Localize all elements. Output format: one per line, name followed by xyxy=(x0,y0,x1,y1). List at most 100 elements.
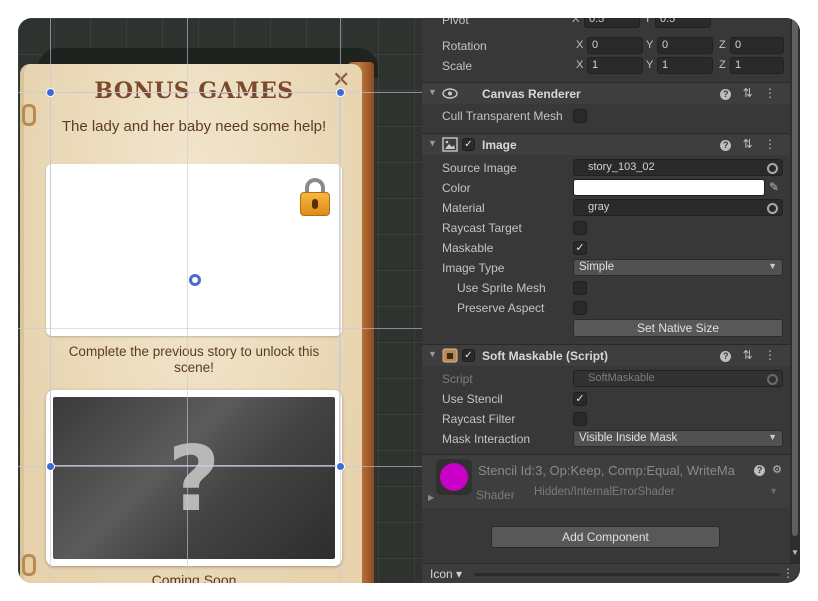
foldout-arrow-icon[interactable]: ▶ xyxy=(428,493,434,502)
raycast-filter-checkbox[interactable] xyxy=(573,412,587,426)
preserve-aspect-row: Preserve Aspect xyxy=(422,298,790,318)
foldout-arrow-icon[interactable]: ▼ xyxy=(428,349,437,359)
material-preview-tile xyxy=(436,459,472,495)
maskable-row: Maskable ✓ xyxy=(422,238,790,258)
scrollbar-thumb[interactable] xyxy=(792,18,798,536)
chevron-down-icon: ▼ xyxy=(768,432,777,442)
material-field[interactable]: gray xyxy=(573,199,783,216)
pivot-label: Pivot xyxy=(442,18,469,27)
foldout-arrow-icon[interactable]: ▼ xyxy=(428,138,437,148)
resize-handle[interactable] xyxy=(46,462,55,471)
use-stencil-checkbox[interactable]: ✓ xyxy=(573,392,587,406)
object-picker-icon[interactable] xyxy=(767,203,778,214)
help-icon[interactable]: ? xyxy=(720,140,732,151)
component-header-icons: ? ⇅ ⋮ xyxy=(712,86,776,100)
resize-handle[interactable] xyxy=(336,88,345,97)
soft-maskable-header[interactable]: ▼ ✓ Soft Maskable (Script) ? ⇅ ⋮ xyxy=(422,344,790,366)
pivot-x-field[interactable]: 0.5 xyxy=(584,18,640,28)
scale-x-axis: X xyxy=(576,59,584,71)
scale-z-axis: Z xyxy=(719,59,726,71)
kebab-menu-icon[interactable]: ⋮ xyxy=(782,566,794,580)
rotation-label: Rotation xyxy=(442,39,487,53)
resize-handle[interactable] xyxy=(336,462,345,471)
kebab-menu-icon[interactable]: ⋮ xyxy=(764,86,776,100)
set-native-size-button[interactable]: Set Native Size xyxy=(573,319,783,337)
resize-handle[interactable] xyxy=(46,88,55,97)
scale-x-field[interactable]: 1 xyxy=(587,57,643,74)
soft-maskable-enabled-checkbox[interactable]: ✓ xyxy=(462,349,475,362)
material-value: gray xyxy=(588,201,610,213)
source-image-value: story_103_02 xyxy=(588,161,655,173)
image-component-title: Image xyxy=(482,138,517,152)
raycast-filter-row: Raycast Filter xyxy=(422,409,790,429)
gear-icon[interactable]: ⚙ xyxy=(772,464,782,476)
cull-transparent-mesh-row: Cull Transparent Mesh xyxy=(422,106,790,126)
pivot-row: Pivot X 0.5 Y 0.5 xyxy=(422,18,790,30)
color-row: Color ✎ xyxy=(422,178,790,198)
material-name: Stencil Id:3, Op:Keep, Comp:Equal, Write… xyxy=(478,463,735,478)
preserve-aspect-label: Preserve Aspect xyxy=(457,301,545,315)
component-header-icons: ? ⇅ ⋮ xyxy=(712,137,776,151)
use-sprite-mesh-checkbox[interactable] xyxy=(573,281,587,295)
preview-size-slider[interactable] xyxy=(474,573,780,576)
rect-guide-line xyxy=(18,466,422,467)
image-type-dropdown[interactable]: Simple ▼ xyxy=(573,259,783,276)
inspector-scrollbar[interactable]: ▼ xyxy=(790,18,800,566)
image-type-value: Simple xyxy=(579,261,615,273)
source-image-row: Source Image story_103_02 xyxy=(422,158,790,178)
scale-y-axis: Y xyxy=(646,59,654,71)
pivot-y-axis: Y xyxy=(644,18,652,25)
raycast-target-label: Raycast Target xyxy=(442,221,522,235)
image-type-label: Image Type xyxy=(442,261,505,275)
icon-dropdown[interactable]: Icon ▾ xyxy=(430,567,462,581)
mask-interaction-dropdown[interactable]: Visible Inside Mask ▼ xyxy=(573,430,783,447)
source-image-field[interactable]: story_103_02 xyxy=(573,159,783,176)
kebab-menu-icon[interactable]: ⋮ xyxy=(764,348,776,362)
cull-transparent-mesh-checkbox[interactable] xyxy=(573,109,587,123)
scale-row: Scale X 1 Y 1 Z 1 xyxy=(422,56,790,76)
preserve-aspect-checkbox[interactable] xyxy=(573,301,587,315)
material-sphere-preview xyxy=(440,463,468,491)
soft-maskable-title: Soft Maskable (Script) xyxy=(482,349,609,363)
scale-z-field[interactable]: 1 xyxy=(730,57,784,74)
help-icon[interactable]: ? xyxy=(720,351,732,362)
scene-view[interactable]: BONUS GAMES ✕ The lady and her baby need… xyxy=(18,18,422,583)
scale-label: Scale xyxy=(442,59,473,73)
presets-icon[interactable]: ⇅ xyxy=(743,348,753,362)
object-picker-icon[interactable] xyxy=(767,163,778,174)
rotation-y-field[interactable]: 0 xyxy=(657,37,713,54)
canvas-renderer-title: Canvas Renderer xyxy=(482,87,581,101)
rotation-z-field[interactable]: 0 xyxy=(730,37,784,54)
color-label: Color xyxy=(442,181,471,195)
pivot-handle[interactable] xyxy=(189,274,201,286)
raycast-target-checkbox[interactable] xyxy=(573,221,587,235)
script-value: SoftMaskable xyxy=(588,372,655,384)
script-row: Script SoftMaskable xyxy=(422,369,790,389)
presets-icon[interactable]: ⇅ xyxy=(743,86,753,100)
pivot-y-field[interactable]: 0.5 xyxy=(655,18,711,28)
rotation-x-field[interactable]: 0 xyxy=(587,37,643,54)
chevron-down-icon: ▼ xyxy=(769,486,778,496)
eyedropper-icon[interactable]: ✎ xyxy=(769,180,779,194)
canvas-renderer-header[interactable]: ▼ Canvas Renderer ? ⇅ ⋮ xyxy=(422,82,790,104)
kebab-menu-icon[interactable]: ⋮ xyxy=(764,137,776,151)
use-sprite-mesh-row: Use Sprite Mesh xyxy=(422,278,790,298)
component-header-icons: ? ⇅ ⋮ xyxy=(712,348,776,362)
material-row: Material gray xyxy=(422,198,790,218)
help-icon[interactable]: ? xyxy=(754,465,766,476)
scroll-down-arrow-icon[interactable]: ▼ xyxy=(791,548,799,557)
pivot-x-axis: X xyxy=(572,18,580,25)
script-field: SoftMaskable xyxy=(573,370,783,387)
rotation-row: Rotation X 0 Y 0 Z 0 xyxy=(422,36,790,56)
color-swatch-field[interactable] xyxy=(573,179,765,196)
image-component-header[interactable]: ▼ ✓ Image ? ⇅ ⋮ xyxy=(422,133,790,155)
image-enabled-checkbox[interactable]: ✓ xyxy=(462,138,475,151)
scale-y-field[interactable]: 1 xyxy=(657,57,713,74)
presets-icon[interactable]: ⇅ xyxy=(743,137,753,151)
add-component-button[interactable]: Add Component xyxy=(491,526,720,548)
foldout-arrow-icon[interactable]: ▼ xyxy=(428,87,437,97)
material-label: Material xyxy=(442,201,485,215)
maskable-checkbox[interactable]: ✓ xyxy=(573,241,587,255)
coming-soon-label: Coming Soon xyxy=(151,572,237,583)
help-icon[interactable]: ? xyxy=(720,89,732,100)
